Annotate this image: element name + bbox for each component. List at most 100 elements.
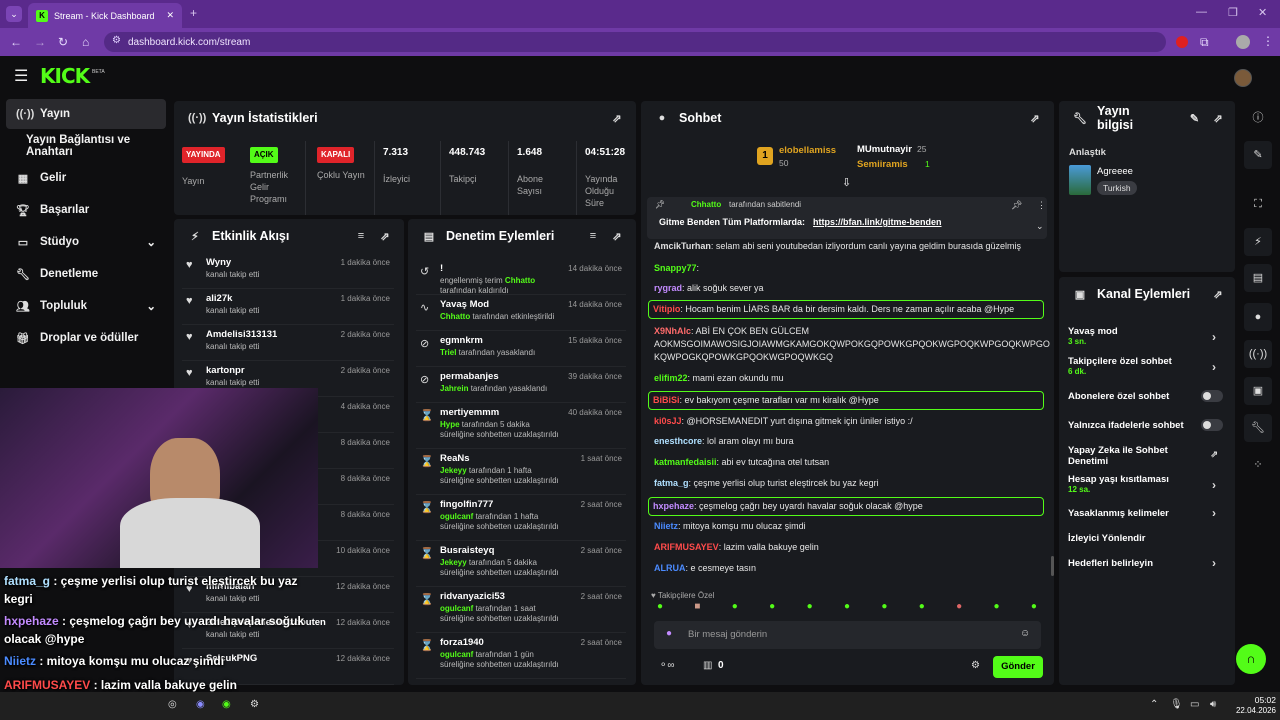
browser-menu-icon[interactable]: ⋮ xyxy=(1262,34,1274,48)
list-item[interactable]: ⌛ ridvanyazici53 ogulcanf tarafından 1 saa… xyxy=(416,587,626,633)
list-item[interactable]: ↺! engellenmiş terim Chhatto tarafından k… xyxy=(416,259,626,295)
list-item[interactable]: ⌛ fingolfin777 ogulcanf tarafından 1 hafta… xyxy=(416,495,626,541)
extension-icon[interactable] xyxy=(1176,36,1188,48)
emote-icon[interactable]: ● xyxy=(1031,601,1037,617)
emote-icon[interactable]: ● xyxy=(807,601,813,617)
activity-user[interactable]: Amdelisi313131 xyxy=(206,329,277,340)
moderator-name[interactable]: ogulcanf xyxy=(440,512,473,521)
popout-icon[interactable]: ⇗ xyxy=(610,230,624,243)
address-bar[interactable]: ⚙ dashboard.kick.com/stream xyxy=(104,32,1166,52)
emote-icon[interactable]: ● xyxy=(732,601,738,617)
chat-username[interactable]: ki0sJJ xyxy=(654,416,682,426)
category-thumbnail[interactable] xyxy=(1069,165,1091,195)
minimize-icon[interactable]: — xyxy=(1196,6,1207,18)
unpin-icon[interactable]: 📌︎ xyxy=(1011,200,1022,211)
sidebar-item-moderation[interactable]: 🔧︎ Denetleme xyxy=(6,259,166,289)
chat-input[interactable]: ● Bir mesaj gönderin ☺ xyxy=(654,621,1041,649)
sidebar-item-stream[interactable]: ((·)) Yayın xyxy=(6,99,166,129)
kick-logo[interactable]: KICK xyxy=(40,64,90,88)
moderation-target[interactable]: mertiyemmm xyxy=(440,407,499,418)
browser-tab[interactable]: K Stream - Kick Dashboard ✕ xyxy=(28,3,182,28)
network-icon[interactable]: ▭ xyxy=(1190,699,1199,710)
emote-icon[interactable]: ■ xyxy=(694,601,700,617)
sidebar-item-stream-key[interactable]: Yayın Bağlantısı ve Anahtarı xyxy=(6,131,176,161)
volume-icon[interactable]: 🔊︎ xyxy=(1210,699,1216,710)
chat-username[interactable]: AmcikTurhan xyxy=(654,241,711,251)
moderator-name[interactable]: Jekeyy xyxy=(440,558,467,567)
chat-message[interactable]: X9NhAlc: ABİ EN ÇOK BEN GÜLCEM AOKMSGOIM… xyxy=(654,325,1050,364)
chat-message[interactable]: elifim22: mami ezan okundu mu xyxy=(654,372,1050,385)
tab-search-icon[interactable]: ⌄ xyxy=(6,6,22,22)
list-item[interactable]: ♥ Wyny kanalı takip etti 1 dakika önce xyxy=(182,253,394,289)
list-item[interactable]: ⌛ ReaNs Jekeyy tarafından 1 hafta süreliği… xyxy=(416,449,626,495)
emote-icon[interactable]: ● xyxy=(956,601,962,617)
moderator-name[interactable]: Jahrein xyxy=(440,384,468,393)
moderation-target[interactable]: fingolfin777 xyxy=(440,499,493,510)
info-icon[interactable]: ⓘ xyxy=(1244,104,1272,132)
filter-icon[interactable]: ≡ xyxy=(354,230,368,242)
chat-message[interactable]: AmcikTurhan: selam abi seni youtubedan i… xyxy=(654,240,1050,253)
popout-icon[interactable]: ⇗ xyxy=(378,230,392,243)
discord-icon[interactable]: ◉ xyxy=(196,699,205,710)
chat-message[interactable]: Vitipio: Hocam benim LİARS BAR da bir de… xyxy=(648,300,1044,319)
moderator-name[interactable]: Triel xyxy=(440,348,456,357)
moderator-name[interactable]: Jekeyy xyxy=(440,466,467,475)
chat-message[interactable]: ALRUA: e cesmeye tasın xyxy=(654,562,1050,575)
more-dots-icon[interactable]: ⁘ xyxy=(1244,451,1272,479)
moderation-target[interactable]: egmnkrm xyxy=(440,335,483,346)
moderator-name[interactable]: Chhatto xyxy=(505,276,535,285)
pinned-message[interactable]: 📌︎ Chhatto tarafından sabitlendi Gitme B… xyxy=(647,197,1047,239)
sidebar-item-achievements[interactable]: 🏆︎ Başarılar xyxy=(6,195,166,225)
popout-icon[interactable]: ⇗ xyxy=(610,112,624,125)
microphone-icon[interactable]: ● xyxy=(666,628,672,639)
account-age-action[interactable]: Hesap yaşı kısıtlaması 12 sa. › xyxy=(1068,474,1228,494)
chat-username[interactable]: hxpehaze xyxy=(653,501,694,511)
goals-action[interactable]: Hedefleri belirleyin › xyxy=(1068,556,1228,570)
tray-chevron-icon[interactable]: ⌃ xyxy=(1150,699,1158,710)
sidebar-item-revenue[interactable]: ▦ Gelir xyxy=(6,163,166,193)
edit-icon[interactable]: ✎ xyxy=(1244,141,1272,169)
chat-username[interactable]: fatma_g xyxy=(654,478,689,488)
chat-username[interactable]: Niietz xyxy=(654,521,678,531)
chat-username[interactable]: ALRUA xyxy=(654,563,686,573)
popout-icon[interactable]: ⇗ xyxy=(1211,288,1225,301)
pinned-by-user[interactable]: Chhatto xyxy=(691,200,721,209)
top-gifter-name[interactable]: elobellamiss xyxy=(779,145,836,156)
emote-icon[interactable]: ● xyxy=(881,601,887,617)
list-item[interactable]: ⌛ mertiyemmm Hype tarafından 5 dakika süre… xyxy=(416,403,626,449)
sidebar-item-community[interactable]: 👥︎ Topluluk ⌄ xyxy=(6,291,166,321)
moderation-target[interactable]: Busraisteyq xyxy=(440,545,494,556)
close-window-icon[interactable]: ✕ xyxy=(1258,6,1267,19)
subscribers-chat-toggle[interactable] xyxy=(1201,390,1223,402)
emoji-icon[interactable]: ☺ xyxy=(1020,628,1030,639)
chat-message[interactable]: rygrad: alik soğuk sever ya xyxy=(654,282,1050,295)
send-button[interactable]: Gönder xyxy=(993,656,1043,678)
emote-icon[interactable]: ● xyxy=(657,601,663,617)
chat-username[interactable]: BiBiSi xyxy=(653,395,680,405)
moderation-target[interactable]: ReaNs xyxy=(440,453,470,464)
wrench-icon[interactable]: 🔧︎ xyxy=(1244,414,1272,442)
moderation-target[interactable]: Yavaş Mod xyxy=(440,299,489,310)
store-icon[interactable]: ▥ xyxy=(703,660,712,671)
ai-moderation-action[interactable]: Yapay Zeka ile Sohbet Denetimi ⇗ xyxy=(1068,445,1218,467)
forward-icon[interactable]: → xyxy=(34,35,46,49)
list-item[interactable]: ⌛ forza1940 ogulcanf tarafından 1 gün süre… xyxy=(416,633,626,679)
expand-icon[interactable]: ⛶ xyxy=(1244,190,1272,218)
clipboard-icon[interactable]: ▤ xyxy=(1244,264,1272,292)
emote-only-toggle[interactable] xyxy=(1201,419,1223,431)
emote-icon[interactable]: ● xyxy=(769,601,775,617)
chat-scrollbar[interactable] xyxy=(1051,556,1054,576)
popout-icon[interactable]: ⇗ xyxy=(1211,112,1225,125)
steam-icon[interactable]: ◎ xyxy=(168,699,177,710)
more-options-icon[interactable]: ⋮ xyxy=(1037,200,1046,211)
host-action[interactable]: İzleyici Yönlendir xyxy=(1068,533,1228,544)
reload-icon[interactable]: ↻ xyxy=(58,35,68,49)
chat-message[interactable]: BiBiSi: ev bakıyom çeşme tarafları var m… xyxy=(648,391,1044,410)
chat-username[interactable]: X9NhAlc xyxy=(654,326,691,336)
moderation-target[interactable]: ! xyxy=(440,263,443,274)
chat-username[interactable]: ARIFMUSAYEV xyxy=(654,542,719,552)
top-gifter-name[interactable]: MUmutnayir xyxy=(857,144,912,155)
list-item[interactable]: ♥ ali27k kanalı takip etti 1 dakika önce xyxy=(182,289,394,325)
chat-username[interactable]: Snappy77 xyxy=(654,263,697,273)
moderation-target[interactable]: ridvanyazici53 xyxy=(440,591,505,602)
